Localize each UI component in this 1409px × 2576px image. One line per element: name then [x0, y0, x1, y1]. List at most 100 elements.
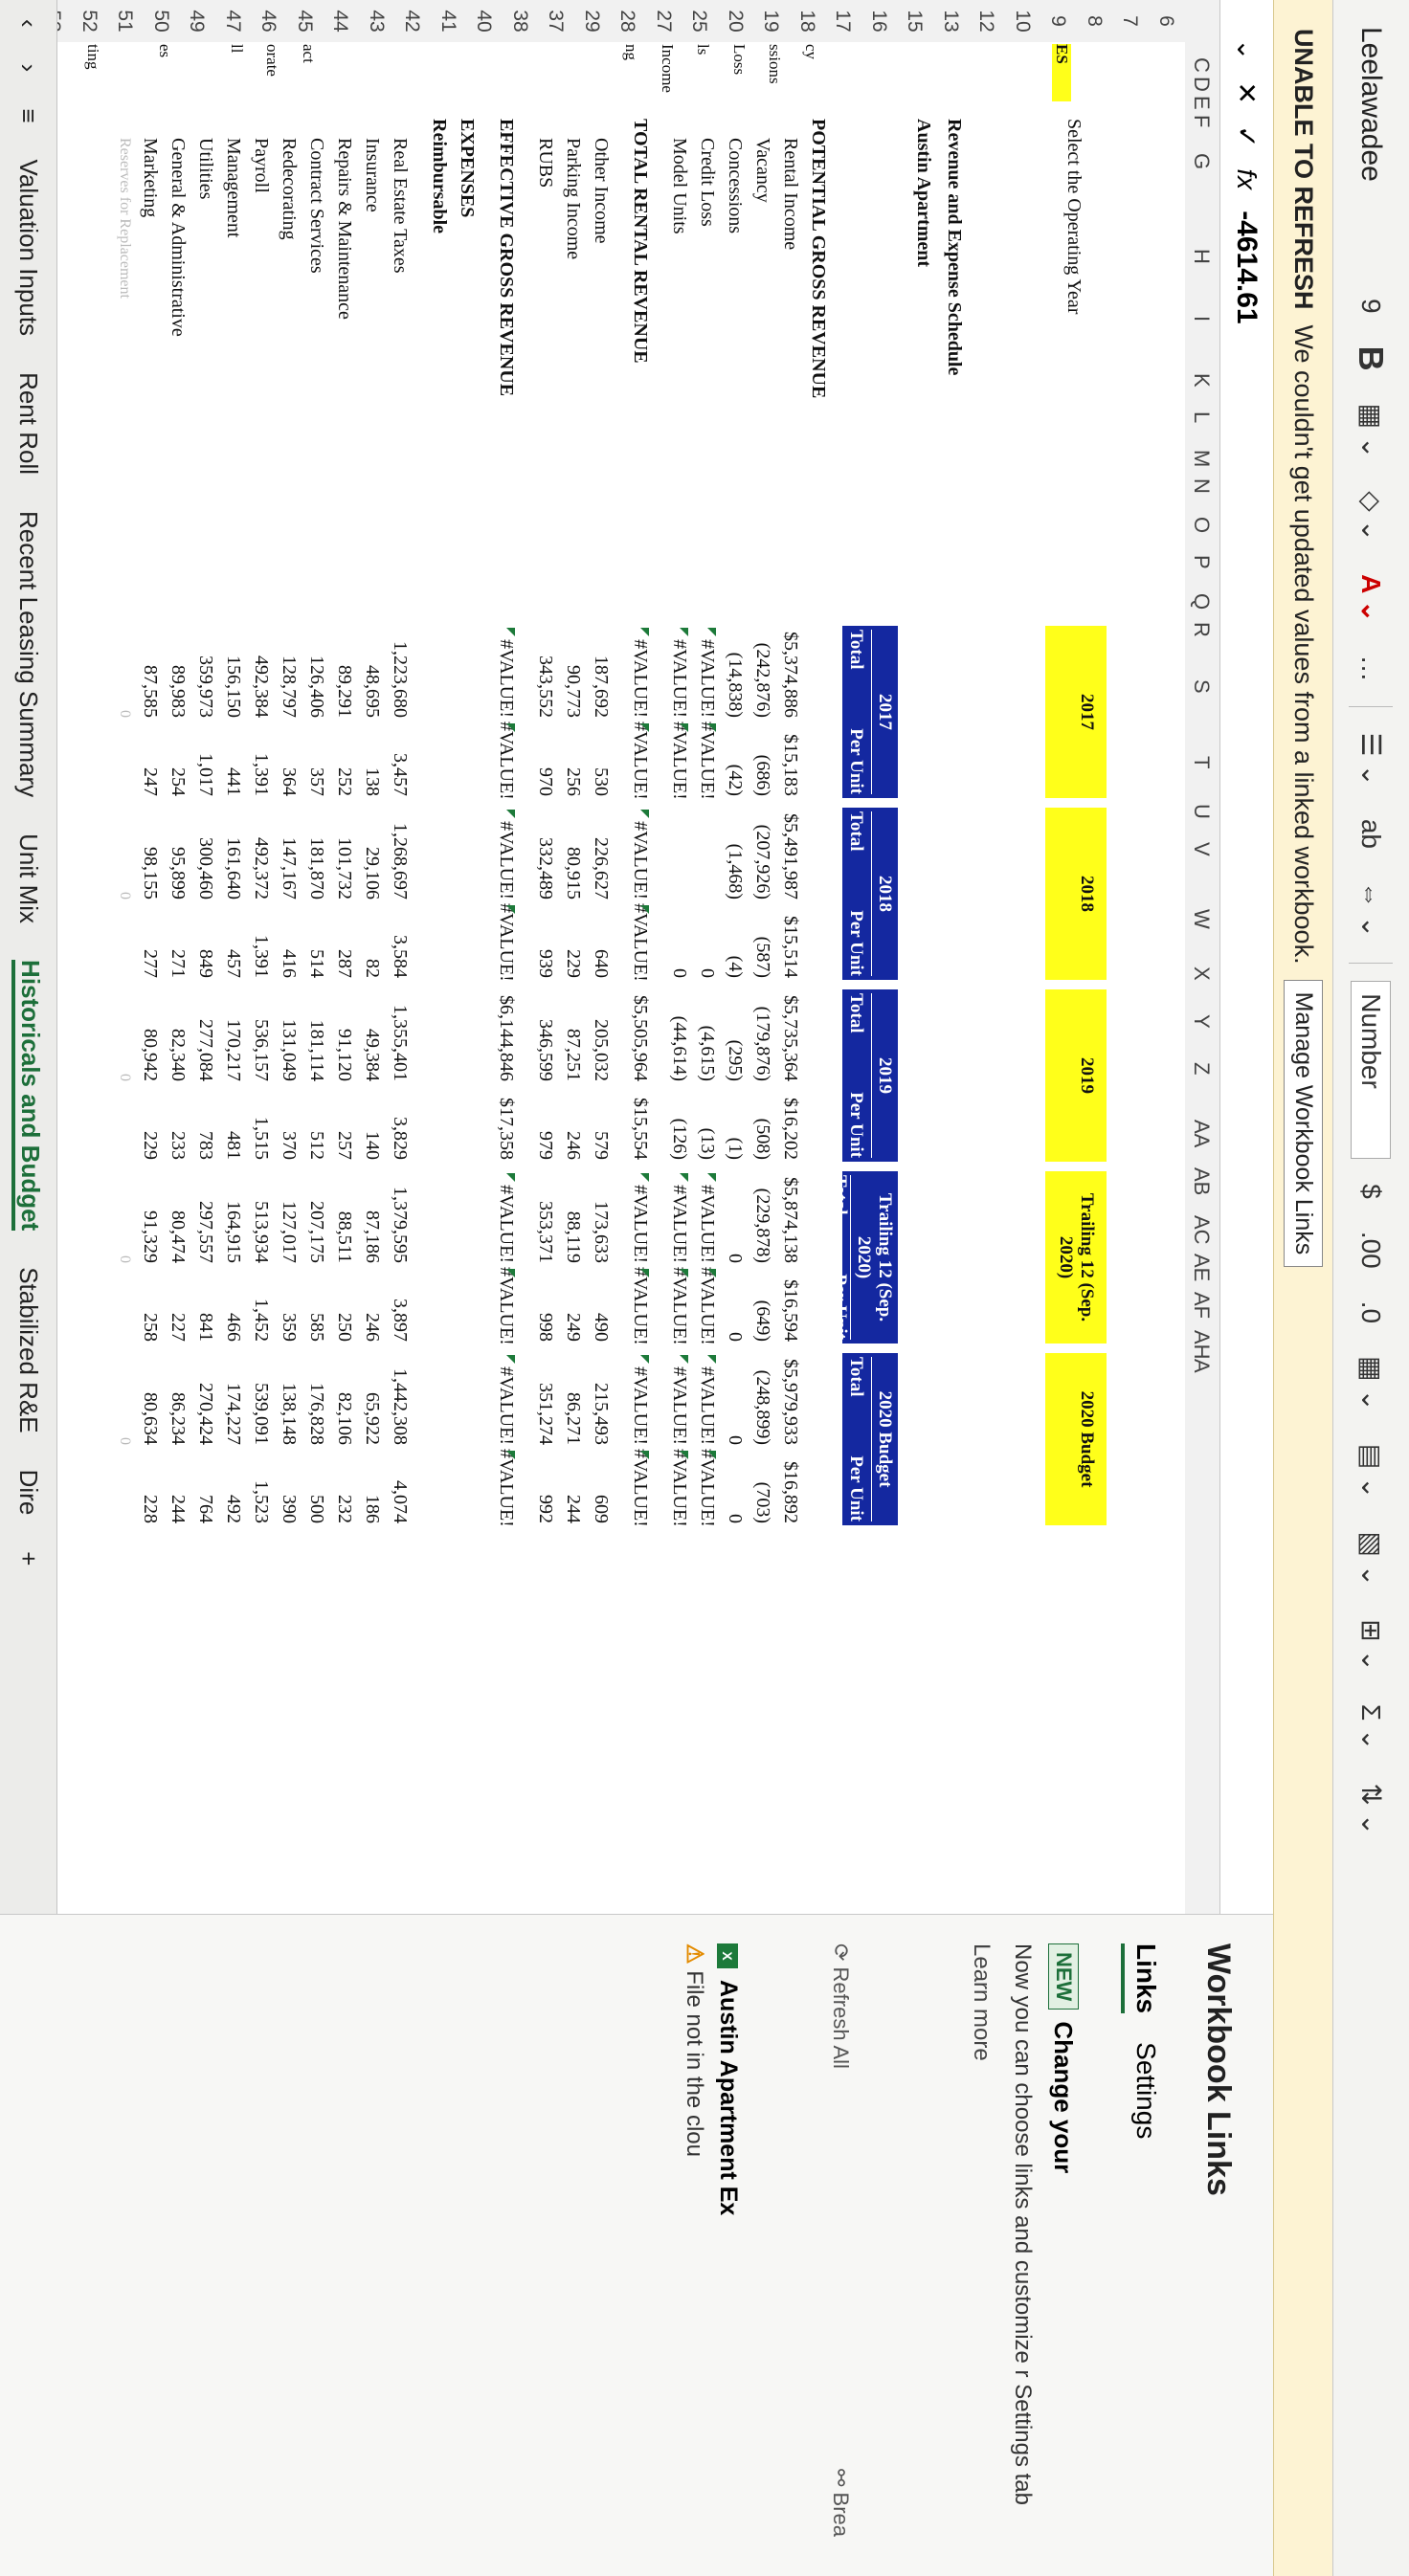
column-header-p[interactable]: P	[1189, 555, 1214, 569]
confirm-icon[interactable]: ✓	[1231, 125, 1263, 147]
total-cell[interactable]: 346,599	[534, 989, 556, 1081]
per-unit-cell[interactable]: 1,515	[250, 1085, 272, 1160]
total-cell[interactable]: 1,355,401	[389, 989, 411, 1081]
chevron-down-icon[interactable]: ⌄	[1231, 38, 1263, 60]
total-cell[interactable]: 80,634	[139, 1353, 161, 1445]
per-unit-cell[interactable]: (703)	[751, 1449, 773, 1523]
sort-filter-icon[interactable]: ⇅ ⌄	[1352, 1775, 1391, 1843]
per-unit-cell[interactable]: 1,391	[250, 722, 272, 796]
per-unit-cell[interactable]: 3,457	[389, 722, 411, 796]
per-unit-cell[interactable]: 849	[194, 903, 216, 978]
total-cell[interactable]: (248,899)	[751, 1353, 773, 1445]
per-unit-cell[interactable]: 0	[696, 903, 718, 978]
per-unit-cell[interactable]: #VALUE!	[696, 722, 718, 800]
per-unit-cell[interactable]: $16,594	[779, 1267, 801, 1342]
column-header-t[interactable]: T	[1189, 756, 1214, 768]
total-cell[interactable]: #VALUE!	[629, 626, 651, 718]
per-unit-cell[interactable]: #VALUE!	[629, 1449, 651, 1527]
cell-styles-icon[interactable]: ▧ ⌄	[1352, 1524, 1391, 1595]
per-unit-cell[interactable]: #VALUE!	[668, 1449, 690, 1527]
column-header-w[interactable]: W	[1189, 909, 1214, 929]
total-cell[interactable]: (1,468)	[724, 808, 746, 899]
year-selector-2[interactable]: 2019	[1045, 989, 1107, 1162]
total-cell[interactable]: #VALUE!	[696, 1171, 718, 1263]
per-unit-cell[interactable]: 244	[562, 1449, 584, 1523]
per-unit-cell[interactable]: 228	[139, 1449, 161, 1523]
column-header-m[interactable]: M	[1189, 450, 1214, 467]
per-unit-cell[interactable]: 512	[305, 1085, 327, 1160]
row-header-49[interactable]: 49	[186, 0, 209, 42]
total-cell[interactable]: 0	[116, 626, 133, 718]
total-cell[interactable]: 0	[116, 1171, 133, 1263]
per-unit-cell[interactable]: 271	[167, 903, 189, 978]
total-cell[interactable]: 90,773	[562, 626, 584, 718]
total-cell[interactable]: 89,291	[333, 626, 355, 718]
total-cell[interactable]: 126,406	[305, 626, 327, 718]
per-unit-cell[interactable]: 246	[361, 1267, 383, 1342]
row-header-47[interactable]: 47	[221, 0, 244, 42]
number-format-select[interactable]: Number	[1351, 981, 1392, 1160]
column-header-z[interactable]: Z	[1189, 1062, 1214, 1075]
per-unit-cell[interactable]: 186	[361, 1449, 383, 1523]
per-unit-cell[interactable]: 138	[361, 722, 383, 796]
total-cell[interactable]: 536,157	[250, 989, 272, 1081]
formula-input[interactable]: -4614.61	[1231, 211, 1264, 323]
currency-button[interactable]: $	[1353, 1176, 1391, 1207]
column-header-af[interactable]: AF	[1189, 1292, 1214, 1319]
total-cell[interactable]: #VALUE!	[696, 1353, 718, 1445]
per-unit-cell[interactable]: 979	[534, 1085, 556, 1160]
per-unit-cell[interactable]: 466	[222, 1267, 244, 1342]
total-cell[interactable]: 215,493	[590, 1353, 612, 1445]
total-cell[interactable]: 164,915	[222, 1171, 244, 1263]
total-cell[interactable]: 359,973	[194, 626, 216, 718]
row-header-50[interactable]: 50	[149, 0, 172, 42]
column-header-x[interactable]: X	[1189, 966, 1214, 981]
column-header-f[interactable]: F	[1189, 115, 1214, 127]
row-header-10[interactable]: 10	[1011, 0, 1034, 42]
per-unit-cell[interactable]: (1)	[724, 1085, 746, 1160]
per-unit-cell[interactable]: 258	[139, 1267, 161, 1342]
row-header-19[interactable]: 19	[760, 0, 783, 42]
total-cell[interactable]: 513,934	[250, 1171, 272, 1263]
per-unit-cell[interactable]: 1,523	[250, 1449, 272, 1523]
total-cell[interactable]: 170,217	[222, 989, 244, 1081]
per-unit-cell[interactable]: $15,554	[629, 1085, 651, 1160]
column-header-ac[interactable]: AC	[1189, 1215, 1214, 1245]
total-cell[interactable]: 297,557	[194, 1171, 216, 1263]
per-unit-cell[interactable]: 1,391	[250, 903, 272, 978]
total-cell[interactable]: (229,878)	[751, 1171, 773, 1263]
per-unit-cell[interactable]: 640	[590, 903, 612, 978]
column-header-s[interactable]: S	[1189, 679, 1214, 694]
column-header-o[interactable]: O	[1189, 517, 1214, 533]
per-unit-cell[interactable]: 490	[590, 1267, 612, 1342]
total-cell[interactable]: 0	[116, 989, 133, 1081]
per-unit-cell[interactable]: 359	[278, 1267, 300, 1342]
total-cell[interactable]: 0	[116, 808, 133, 899]
sheet-grid[interactable]: ES cy ssions Loss ls Income ng act orate ll es ting…	[0, 42, 1185, 1914]
break-links-button[interactable]: ⚯ Brea	[828, 2469, 853, 2537]
year-selector-1[interactable]: 2018	[1045, 808, 1107, 980]
row-header-51[interactable]: 51	[114, 0, 137, 42]
refresh-all-button[interactable]: ⟳ Refresh All	[828, 1943, 853, 2069]
total-cell[interactable]: $5,505,964	[629, 989, 651, 1081]
column-header-a[interactable]: A	[1189, 1359, 1214, 1373]
total-cell[interactable]: 131,049	[278, 989, 300, 1081]
per-unit-cell[interactable]: (686)	[751, 722, 773, 796]
row-header-13[interactable]: 13	[939, 0, 962, 42]
per-unit-cell[interactable]: 783	[194, 1085, 216, 1160]
column-header-ae[interactable]: AE	[1189, 1254, 1214, 1281]
per-unit-cell[interactable]: 246	[562, 1085, 584, 1160]
row-header-41[interactable]: 41	[436, 0, 459, 42]
total-cell[interactable]: 82,340	[167, 989, 189, 1081]
per-unit-cell[interactable]: 841	[194, 1267, 216, 1342]
total-cell[interactable]: 48,695	[361, 626, 383, 718]
total-cell[interactable]: (242,876)	[751, 626, 773, 718]
total-cell[interactable]: (179,876)	[751, 989, 773, 1081]
fx-label[interactable]: fx	[1232, 168, 1263, 189]
row-header-38[interactable]: 38	[508, 0, 531, 42]
total-cell[interactable]: 88,511	[333, 1171, 355, 1263]
column-header-ah[interactable]: AH	[1189, 1330, 1214, 1360]
row-header-16[interactable]: 16	[867, 0, 890, 42]
row-header-27[interactable]: 27	[652, 0, 675, 42]
cancel-icon[interactable]: ✕	[1231, 81, 1263, 103]
